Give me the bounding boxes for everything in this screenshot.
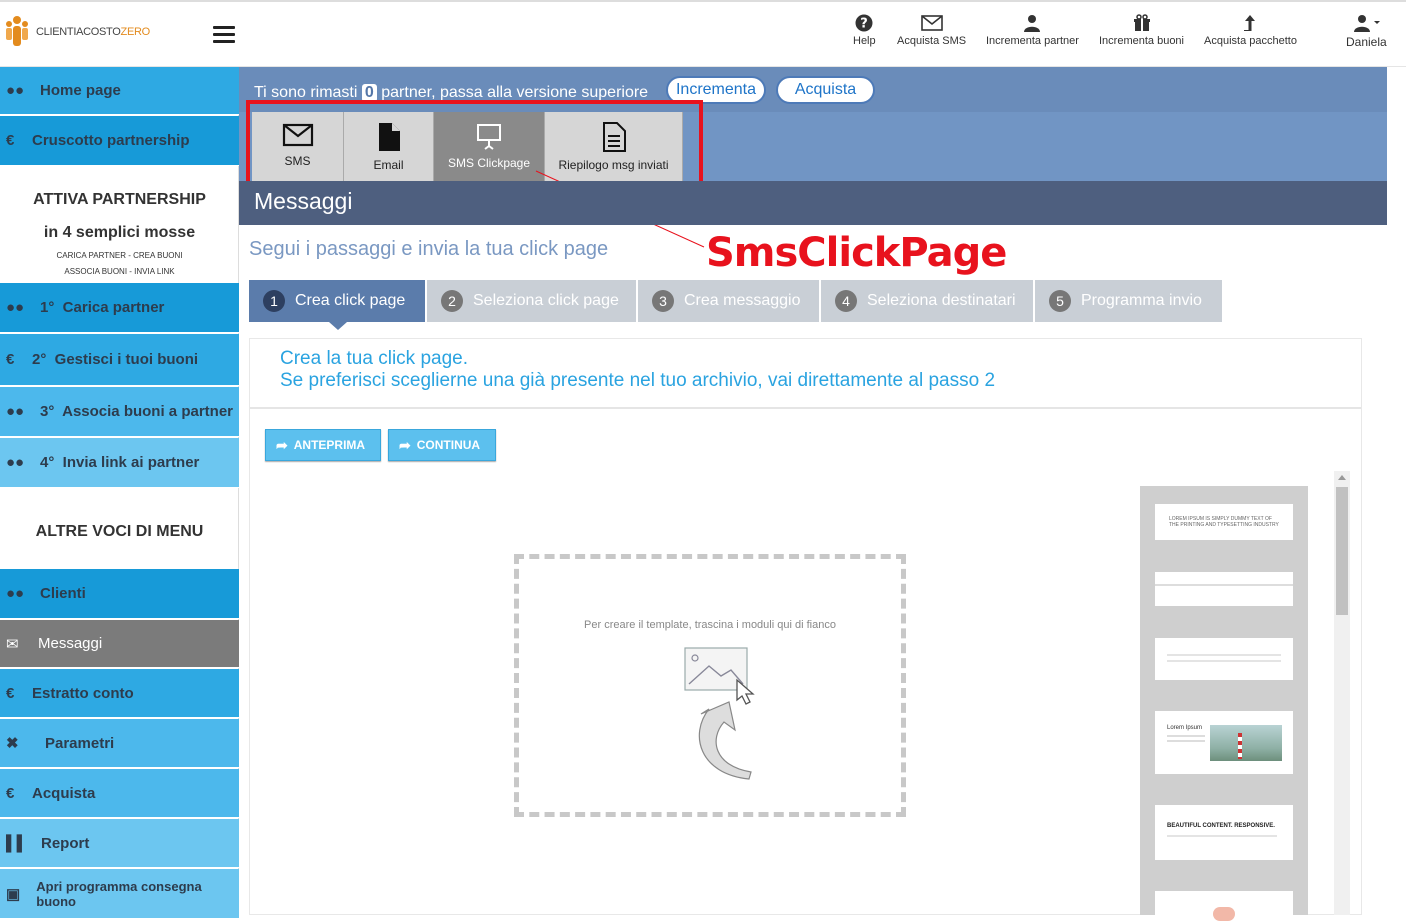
attiva-line1: CARICA PARTNER - CREA BUONI <box>56 251 183 260</box>
hamburger-menu-icon[interactable] <box>213 26 235 44</box>
svg-text:?: ? <box>861 17 869 32</box>
euro-icon: € <box>6 784 15 802</box>
annotation-label: SmsClickPage <box>706 230 1007 276</box>
attiva-line2: ASSOCIA BUONI - INVIA LINK <box>64 267 175 276</box>
divider <box>250 407 1361 409</box>
sidebar-item-carica-partner[interactable]: ●● 1° Carica partner <box>0 283 239 333</box>
user-icon <box>1024 15 1041 32</box>
top-bar: CLIENTIACOSTOZERO ? Help Acquista SMS In… <box>0 0 1406 67</box>
sidebar-item-associa-buoni[interactable]: ●● 3° Associa buoni a partner <box>0 387 239 437</box>
sign-in-icon: ➦ <box>399 436 411 453</box>
module-flower[interactable] <box>1155 891 1293 921</box>
user-dropdown-icon <box>1354 15 1381 32</box>
sidebar-item-messaggi[interactable]: ✉ Messaggi <box>0 620 239 668</box>
incrementa-partner-link[interactable]: Incrementa partner <box>986 14 1079 47</box>
acquista-pacchetto-link[interactable]: Acquista pacchetto <box>1204 14 1297 47</box>
sidebar-item-apri-programma[interactable]: ▣ Apri programma consegna buono <box>0 869 239 919</box>
gift-icon <box>1133 14 1150 31</box>
continua-button[interactable]: ➦ CONTINUA <box>388 429 496 461</box>
users-icon: ●● <box>6 82 25 99</box>
dropzone-hint: Per creare il template, trascina i modul… <box>584 619 836 631</box>
help-icon: ? <box>855 14 873 32</box>
intro-text: Crea la tua click page. Se preferisci sc… <box>280 348 996 391</box>
modules-panel: LOREM IPSUM IS SIMPLY DUMMY TEXT OF THE … <box>1140 486 1308 921</box>
arrow-up-icon <box>1244 15 1256 31</box>
sidebar-item-gestisci-buoni[interactable]: €2° Gestisci i tuoi buoni <box>0 334 239 386</box>
module-text-block[interactable]: LOREM IPSUM IS SIMPLY DUMMY TEXT OF THE … <box>1155 504 1293 540</box>
bar-chart-icon: ▌▌ <box>6 834 28 852</box>
logo[interactable]: CLIENTIACOSTOZERO <box>4 14 150 50</box>
gift-icon: ▣ <box>6 885 21 903</box>
sidebar-item-home[interactable]: ●● Home page <box>0 67 239 115</box>
sidebar-item-clienti[interactable]: ●● Clienti <box>0 569 239 619</box>
attiva-subtitle: in 4 semplici mosse <box>43 224 196 241</box>
drag-image-icon <box>684 647 755 780</box>
step-programma-invio[interactable]: 5 Programma invio <box>1035 280 1222 322</box>
scroll-thumb[interactable] <box>1336 487 1348 615</box>
scroll-up-icon[interactable] <box>1338 475 1346 480</box>
module-image-text[interactable]: Lorem Ipsum <box>1155 711 1293 774</box>
module-paragraph[interactable] <box>1155 638 1293 680</box>
users-icon: ●● <box>6 454 25 471</box>
euro-icon: € <box>6 351 15 368</box>
logo-icon <box>6 16 28 46</box>
users-icon: ●● <box>6 299 25 316</box>
sidebar-item-parametri[interactable]: ✖ Parametri <box>0 719 239 768</box>
envelope-icon: ✉ <box>6 635 19 653</box>
attiva-title: ATTIVA PARTNERSHIP <box>33 191 206 208</box>
euro-icon: € <box>6 132 15 149</box>
step-seleziona-click-page[interactable]: 2 Seleziona click page <box>427 280 636 322</box>
page-subtitle: Segui i passaggi e invia la tua click pa… <box>249 238 609 260</box>
user-menu[interactable]: Daniela <box>1346 14 1387 49</box>
euro-icon: € <box>6 684 15 702</box>
acquista-sms-link[interactable]: Acquista SMS <box>897 14 966 47</box>
help-link[interactable]: ? Help <box>853 14 876 47</box>
envelope-icon <box>920 15 943 31</box>
sign-in-icon: ➦ <box>276 436 288 453</box>
sidebar-item-report[interactable]: ▌▌ Report <box>0 819 239 868</box>
anteprima-button[interactable]: ➦ ANTEPRIMA <box>265 429 381 461</box>
lighthouse-image <box>1210 725 1282 761</box>
sidebar: ●● Home page € Cruscotto partnership ATTIV… <box>0 67 239 919</box>
step-crea-messaggio[interactable]: 3 Crea messaggio <box>638 280 819 322</box>
messaggi-header <box>239 181 1387 225</box>
users-icon: ●● <box>6 585 25 602</box>
wizard-steps: 1 Crea click page 2 Seleziona click page 3… <box>249 280 1224 330</box>
users-icon: ●● <box>6 403 25 420</box>
step-crea-click-page[interactable]: 1 Crea click page <box>249 280 425 330</box>
altre-voci-title: ALTRE VOCI DI MENU <box>35 523 204 540</box>
modules-scrollbar[interactable] <box>1334 471 1350 915</box>
module-divider[interactable] <box>1155 572 1293 606</box>
sidebar-item-estratto-conto[interactable]: € Estratto conto <box>0 669 239 718</box>
brand-name: CLIENTIACOSTOZERO <box>36 26 150 38</box>
step-seleziona-destinatari[interactable]: 4 Seleziona destinatari <box>821 280 1033 322</box>
page-title: Messaggi <box>254 188 353 214</box>
incrementa-buoni-link[interactable]: Incrementa buoni <box>1099 14 1184 47</box>
template-dropzone[interactable]: Per creare il template, trascina i modul… <box>514 554 906 817</box>
sidebar-item-invia-link[interactable]: ●● 4° Invia link ai partner <box>0 438 239 488</box>
sidebar-item-cruscotto[interactable]: € Cruscotto partnership <box>0 116 239 166</box>
tools-icon: ✖ <box>6 735 19 752</box>
acquista-button[interactable]: Acquista <box>776 76 875 104</box>
sidebar-item-acquista[interactable]: € Acquista <box>0 769 239 818</box>
module-heading[interactable]: BEAUTIFUL CONTENT. RESPONSIVE. <box>1155 805 1293 860</box>
